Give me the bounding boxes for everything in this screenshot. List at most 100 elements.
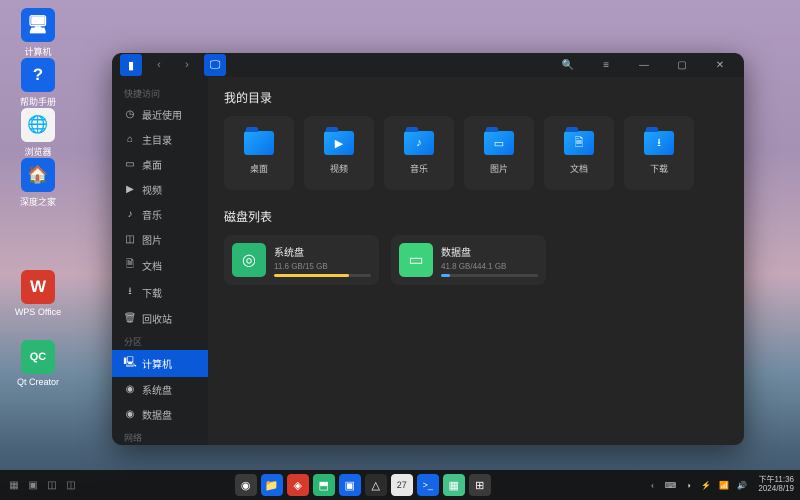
folder-label: 桌面: [250, 162, 268, 175]
nav-forward-button[interactable]: ›: [176, 54, 198, 76]
multitask-button[interactable]: ▣: [25, 477, 41, 493]
disk-usage-bar: [441, 274, 538, 277]
taskbar-app[interactable]: ⊞: [469, 474, 491, 496]
taskbar-app[interactable]: ▦: [443, 474, 465, 496]
folder-icon: ♪: [404, 131, 434, 155]
desktop-icon-browser[interactable]: 🌐 浏览器: [10, 108, 66, 158]
input-method-icon[interactable]: ◑: [682, 479, 694, 491]
icon-label: 深度之家: [20, 197, 56, 207]
folder-music[interactable]: ♪ 音乐: [384, 116, 454, 190]
keyboard-icon[interactable]: ⌨: [664, 479, 676, 491]
icon-label: 浏览器: [24, 147, 51, 157]
icon-label: Qt Creator: [17, 377, 59, 387]
sidebar-item-music[interactable]: ♪ 音乐: [112, 202, 208, 227]
folder-icon: ⭳: [644, 131, 674, 155]
folder-downloads[interactable]: ⭳下载: [624, 116, 694, 190]
folder-label: 音乐: [410, 162, 428, 175]
minimize-icon: —: [639, 60, 649, 71]
taskbar-app[interactable]: ⬒: [313, 474, 335, 496]
titlebar[interactable]: ▮ ‹ › 🖵 🔍 ≡ — ▢ ✕: [112, 53, 744, 77]
maximize-button[interactable]: ▢: [666, 53, 698, 77]
sidebar-item-documents[interactable]: 🗎 文档: [112, 252, 208, 279]
sidebar-item-label: 系统盘: [142, 382, 172, 397]
folder-desktop[interactable]: 桌面: [224, 116, 294, 190]
tab-files-button[interactable]: ▮: [120, 54, 142, 76]
battery-icon[interactable]: ⚡: [700, 479, 712, 491]
chevron-left-icon: ‹: [157, 59, 161, 71]
chevron-right-icon: ›: [185, 59, 189, 71]
folder-pictures[interactable]: ▭图片: [464, 116, 534, 190]
folder-label: 文档: [570, 162, 588, 175]
search-button[interactable]: 🔍: [552, 53, 584, 77]
sidebar-item-downloads[interactable]: ⭳下载: [112, 279, 208, 306]
disk-name: 数据盘: [441, 244, 538, 259]
desktop-icon-qtcreator[interactable]: QCQt Creator: [10, 340, 66, 387]
desktop-icon-help[interactable]: ?帮助手册: [10, 58, 66, 108]
desktop-icon-deepin-home[interactable]: 🏠 深度之家: [10, 158, 66, 208]
network-icon[interactable]: 📶: [718, 479, 730, 491]
desktop: 🖥计算机 ?帮助手册 🌐浏览器 🏠深度之家 WWPS Office QCQt C…: [0, 0, 800, 500]
taskbar-terminal[interactable]: >_: [417, 474, 439, 496]
nav-back-button[interactable]: ‹: [148, 54, 170, 76]
section-title-disks: 磁盘列表: [224, 208, 728, 225]
icon-label: WPS Office: [15, 307, 61, 317]
clock[interactable]: 下午11:36 2024/8/19: [758, 476, 794, 494]
taskbar: ▦ ▣ ◫ ◫ ◉ 📁 ◈ ⬒ ▣ △ 27 >_ ▦ ⊞ ‹ ⌨ ◑ ⚡ 📶 …: [0, 470, 800, 500]
search-icon: 🔍: [562, 60, 574, 71]
view-tab-button[interactable]: 🖵: [204, 54, 226, 76]
clock-icon: ◷: [124, 109, 136, 120]
sidebar-item-home[interactable]: ⌂主目录: [112, 127, 208, 152]
disk-data[interactable]: ▭ 数据盘 41.8 GB/444.1 GB: [391, 235, 546, 285]
sidebar-item-system-disk[interactable]: ◉ 系统盘: [112, 377, 208, 402]
workspace2-button[interactable]: ◫: [63, 477, 79, 493]
sidebar-item-recent[interactable]: ◷最近使用: [112, 102, 208, 127]
folder-documents[interactable]: 🗎文档: [544, 116, 614, 190]
folder-videos[interactable]: ▶视频: [304, 116, 374, 190]
disk-icon: ◉: [124, 384, 136, 395]
workspace-button[interactable]: ◫: [44, 477, 60, 493]
sidebar-item-label: 视频: [142, 182, 162, 197]
sidebar-section-head: 网络: [112, 427, 208, 445]
volume-icon[interactable]: 🔊: [736, 479, 748, 491]
music-icon: ♪: [124, 209, 136, 220]
taskbar-filemanager[interactable]: 📁: [261, 474, 283, 496]
desktop-icon: ▭: [124, 159, 136, 170]
sidebar-item-videos[interactable]: ▶视频: [112, 177, 208, 202]
browser-icon: 🌐: [21, 108, 55, 142]
show-desktop-button[interactable]: ▦: [6, 477, 22, 493]
computer-icon: 🖳: [124, 355, 136, 372]
close-button[interactable]: ✕: [704, 53, 736, 77]
sidebar-item-computer[interactable]: 🖳 计算机: [112, 350, 208, 377]
disk-capacity: 41.8 GB/444.1 GB: [441, 262, 538, 271]
sidebar-item-label: 文档: [142, 258, 162, 273]
document-icon: 🗎: [124, 257, 136, 274]
sidebar-item-data-disk[interactable]: ◉数据盘: [112, 402, 208, 427]
taskbar-app[interactable]: △: [365, 474, 387, 496]
download-icon: ⭳: [124, 284, 136, 301]
tray-expand-icon[interactable]: ‹: [646, 479, 658, 491]
taskbar-app[interactable]: ▣: [339, 474, 361, 496]
minimize-button[interactable]: —: [628, 53, 660, 77]
taskbar-apps: ◉ 📁 ◈ ⬒ ▣ △ 27 >_ ▦ ⊞: [235, 474, 491, 496]
computer-icon: 🖥: [21, 8, 55, 42]
sidebar-item-pictures[interactable]: ◫图片: [112, 227, 208, 252]
disk-system[interactable]: ◎ 系统盘 11.6 GB/15 GB: [224, 235, 379, 285]
menu-button[interactable]: ≡: [590, 53, 622, 77]
desktop-icon-computer[interactable]: 🖥计算机: [10, 8, 66, 58]
sidebar-section-head: 快捷访问: [112, 83, 208, 102]
wps-icon: W: [21, 270, 55, 304]
home-icon: 🏠: [21, 158, 55, 192]
folder-label: 图片: [490, 162, 508, 175]
sidebar-item-desktop[interactable]: ▭桌面: [112, 152, 208, 177]
sidebar-item-trash[interactable]: 🗑回收站: [112, 306, 208, 331]
workspace-icon: ◫: [47, 480, 56, 491]
launcher-button[interactable]: ◉: [235, 474, 257, 496]
sidebar-item-label: 计算机: [142, 356, 172, 371]
taskbar-calendar[interactable]: 27: [391, 474, 413, 496]
disk-data-icon: ▭: [399, 243, 433, 277]
sidebar-item-label: 音乐: [142, 207, 162, 222]
help-icon: ?: [21, 58, 55, 92]
taskbar-app[interactable]: ◈: [287, 474, 309, 496]
desktop-icon-wps[interactable]: W WPS Office: [10, 270, 66, 317]
sidebar-item-label: 回收站: [142, 311, 172, 326]
